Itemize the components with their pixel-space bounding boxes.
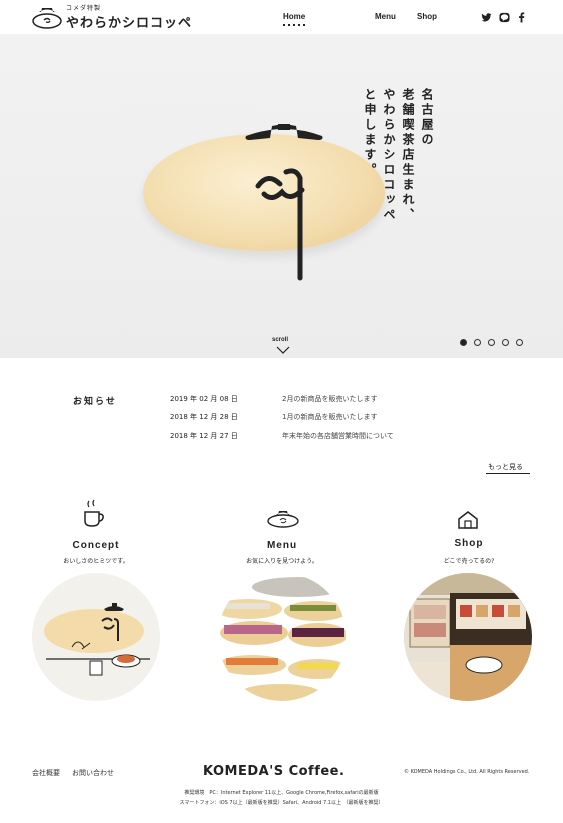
slide-dot-4[interactable] bbox=[502, 339, 509, 346]
nav-home[interactable]: Home bbox=[283, 12, 305, 21]
news-date: 2018 年 12 月 27 日 bbox=[170, 432, 238, 440]
hero-slideshow: 名古屋の 老舗喫茶店生まれ、 やわらかシロコッペ と申します。 scroll bbox=[0, 34, 563, 358]
more-news-underline bbox=[486, 473, 530, 474]
shop-subtitle: どこで売ってるの? bbox=[443, 558, 495, 565]
line-icon[interactable] bbox=[499, 12, 510, 23]
slide-dot-5[interactable] bbox=[516, 339, 523, 346]
mascot-logo-icon bbox=[32, 8, 62, 29]
nav-shop[interactable]: Shop bbox=[417, 12, 437, 21]
hero-copy-line-4: と申します。 bbox=[363, 88, 377, 178]
news-text[interactable]: 2月の新商品を販売いたします bbox=[282, 394, 377, 404]
news-item[interactable]: 2018 年 12 月 27 日 年末年始の各店舗営業時間について bbox=[0, 431, 563, 443]
nav-menu[interactable]: Menu bbox=[375, 12, 396, 21]
logo-title: やわらかシロコッペ bbox=[66, 16, 193, 31]
recommended-env-pc: 推奨環境 PC：Internet Explorer 11以上、Google Ch… bbox=[184, 790, 379, 796]
logo-subtitle: コメダ特製 bbox=[66, 5, 102, 12]
shop-image[interactable] bbox=[404, 573, 532, 701]
mascot-face-icon bbox=[245, 124, 323, 281]
menu-subtitle: お気に入りを見つけよう。 bbox=[246, 558, 318, 565]
nav-active-indicator bbox=[283, 24, 307, 26]
news-item[interactable]: 2018 年 12 月 28 日 1月の新商品を販売いたします bbox=[0, 412, 563, 424]
contact-link[interactable]: お問い合わせ bbox=[72, 768, 114, 778]
coffee-cup-icon bbox=[84, 499, 104, 527]
hero-copy-line-3: やわらかシロコッペ bbox=[382, 88, 396, 223]
recommended-env-sp: スマートフォン：iOS 7以上（最新版を推奨）Safari、Android 7.… bbox=[179, 800, 384, 806]
site-header: コメダ特製 やわらかシロコッペ Home Menu Shop bbox=[0, 0, 563, 34]
hero-copy-line-2: 老舗喫茶店生まれ、 bbox=[401, 88, 415, 223]
news-date: 2018 年 12 月 28 日 bbox=[170, 413, 238, 421]
concept-subtitle: おいしさのヒミツです。 bbox=[63, 558, 129, 565]
facebook-icon[interactable] bbox=[516, 12, 527, 23]
menu-image[interactable] bbox=[218, 573, 346, 701]
house-icon bbox=[458, 511, 478, 529]
hero-copy-line-1: 名古屋の bbox=[420, 88, 434, 148]
news-text[interactable]: 1月の新商品を販売いたします bbox=[282, 412, 377, 422]
news-item[interactable]: 2019 年 02 月 08 日 2月の新商品を販売いたします bbox=[0, 394, 563, 406]
more-news-link[interactable]: もっと見る bbox=[488, 462, 523, 472]
slide-dot-2[interactable] bbox=[474, 339, 481, 346]
copyright: © KOMEDA Holdings Co., Ltd. All Rights R… bbox=[404, 769, 530, 775]
news-text[interactable]: 年末年始の各店舗営業時間について bbox=[282, 431, 394, 441]
shop-title[interactable]: Shop bbox=[409, 538, 529, 549]
concept-image[interactable] bbox=[32, 573, 160, 701]
concept-title[interactable]: Concept bbox=[36, 540, 156, 551]
menu-title[interactable]: Menu bbox=[222, 540, 342, 551]
footer-brand-logo[interactable]: KOMEDA'S Coffee. bbox=[203, 764, 344, 779]
slide-dot-3[interactable] bbox=[488, 339, 495, 346]
slide-dot-1[interactable] bbox=[460, 339, 467, 346]
news-date: 2019 年 02 月 08 日 bbox=[170, 395, 238, 403]
scroll-label[interactable]: scroll bbox=[272, 337, 288, 343]
bread-icon bbox=[267, 511, 299, 528]
company-info-link[interactable]: 会社概要 bbox=[32, 768, 60, 778]
chevron-down-icon[interactable] bbox=[276, 346, 290, 354]
twitter-icon[interactable] bbox=[481, 12, 492, 23]
